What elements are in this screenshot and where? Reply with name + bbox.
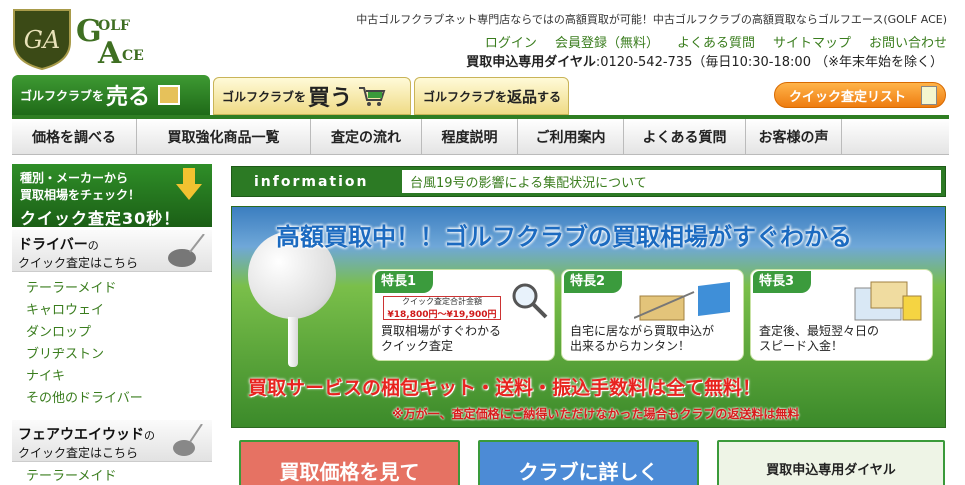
quick-list-button[interactable]: クイック査定リスト bbox=[774, 82, 946, 108]
driver-heading[interactable]: ドライバーの クイック査定はこちら bbox=[12, 230, 212, 272]
price-check-card[interactable]: 買取価格を見て bbox=[239, 440, 460, 485]
nav-reviews[interactable]: お客様の声 bbox=[746, 119, 842, 154]
driver-maker-taylormade[interactable]: テーラーメイド bbox=[12, 278, 212, 300]
feature-tag-2: 特長2 bbox=[564, 271, 622, 293]
feature-text-2: 自宅に居ながら買取申込が 出来るからカンタン！ bbox=[570, 324, 714, 354]
tab-sell-small: ゴルフクラブを bbox=[20, 88, 105, 103]
feature-card-1: 特長1 クイック査定合計金額 ¥18,800円〜¥19,900円 買取相場がすぐ… bbox=[372, 269, 555, 361]
feature-text-3: 査定後、最短翌々日の スピード入金！ bbox=[759, 324, 879, 354]
nav-faq[interactable]: よくある質問 bbox=[624, 119, 746, 154]
quick-list-label: クイック査定リスト bbox=[789, 89, 907, 105]
register-link[interactable]: 会員登録（無料） bbox=[555, 32, 659, 51]
logo-word-ce: CE bbox=[122, 48, 144, 64]
fairway-heading[interactable]: フェアウエイウッドの クイック査定はこちら bbox=[12, 420, 212, 462]
golf-tee-image bbox=[288, 317, 298, 367]
feature-card-3: 特長3 査定後、最短翌々日の スピード入金！ bbox=[750, 269, 933, 361]
dial-label: 買取申込専用ダイヤル bbox=[466, 55, 596, 70]
banner-line-3: クイック査定30秒！ bbox=[20, 209, 181, 228]
nav-condition[interactable]: 程度説明 bbox=[422, 119, 518, 154]
login-link[interactable]: ログイン bbox=[485, 32, 537, 51]
tab-sell[interactable]: ゴルフクラブを 売る bbox=[12, 75, 210, 115]
magnifier-icon bbox=[512, 283, 548, 319]
information-bar: information 台風19号の影響による集配状況について bbox=[231, 166, 946, 197]
fairway-club-icon bbox=[173, 424, 203, 456]
free-return-note: ※万が一、査定価格にご納得いただけなかった場合もクラブの返送料は無料 bbox=[392, 407, 800, 421]
fairway-title: フェアウエイウッド bbox=[18, 427, 144, 443]
box-icon bbox=[158, 85, 181, 105]
cart-icon bbox=[359, 87, 386, 106]
tab-buy[interactable]: ゴルフクラブを 買う bbox=[213, 77, 411, 115]
svg-text:GA: GA bbox=[24, 26, 61, 54]
site-tagline: 中古ゴルフクラブネット専門店ならではの高額買取が可能！中古ゴルフクラブの高額買取… bbox=[356, 13, 947, 26]
sitemap-link[interactable]: サイトマップ bbox=[773, 32, 851, 51]
fairway-maker-taylormade[interactable]: テーラーメイド bbox=[12, 466, 212, 485]
driver-maker-callaway[interactable]: キャロウェイ bbox=[12, 300, 212, 322]
tab-return-suffix: する bbox=[537, 89, 562, 104]
driver-club-icon bbox=[168, 234, 205, 267]
clipboard-icon bbox=[921, 86, 937, 105]
sidebar: 種別・メーカーから 買取相場をチェック！ クイック査定30秒！ ドライバーの ク… bbox=[12, 164, 212, 485]
driver-title: ドライバー bbox=[18, 237, 88, 253]
contact-link[interactable]: お問い合わせ bbox=[869, 32, 947, 51]
hero-banner[interactable]: 高額買取中！！ゴルフクラブの買取相場がすぐわかる 特長1 クイック査定合計金額 … bbox=[231, 206, 946, 428]
driver-suffix: の bbox=[87, 239, 99, 252]
nav-price-search[interactable]: 価格を調べる bbox=[12, 119, 137, 154]
header-links: ログイン 会員登録（無料） よくある質問 サイトマップ お問い合わせ bbox=[485, 32, 947, 51]
logo-letter-a: A bbox=[98, 36, 122, 71]
faq-link[interactable]: よくある質問 bbox=[677, 32, 755, 51]
price-check-card-title: 買取価格を見て bbox=[279, 460, 420, 484]
main-nav: 価格を調べる 買取強化商品一覧 査定の流れ 程度説明 ご利用案内 よくある質問 … bbox=[12, 119, 949, 155]
tab-buy-small: ゴルフクラブを bbox=[222, 89, 307, 104]
feature-tag-3: 特長3 bbox=[753, 271, 811, 293]
fairway-maker-list: テーラーメイド bbox=[12, 466, 212, 485]
tab-buy-big: 買う bbox=[308, 86, 353, 111]
fairway-suffix: の bbox=[144, 429, 155, 442]
phone-dial-card-title: 買取申込専用ダイヤル bbox=[766, 463, 896, 478]
feature-2-line-2: 出来るからカンタン！ bbox=[570, 339, 691, 353]
feature-2-line-1: 自宅に居ながら買取申込が bbox=[570, 324, 715, 338]
information-news-link[interactable]: 台風19号の影響による集配状況について bbox=[402, 170, 941, 193]
price-example-label: クイック査定合計金額 bbox=[402, 297, 482, 306]
logo-word-olf: OLF bbox=[98, 18, 130, 34]
main-tabs: ゴルフクラブを 売る ゴルフクラブを 買う ゴルフクラブを 返品 する bbox=[12, 75, 569, 115]
driver-maker-other[interactable]: その他のドライバー bbox=[12, 388, 212, 410]
phone-dial-card[interactable]: 買取申込専用ダイヤル bbox=[717, 440, 945, 485]
information-label: information bbox=[254, 173, 369, 190]
feature-3-line-1: 査定後、最短翌々日の bbox=[759, 324, 880, 338]
tab-return[interactable]: ゴルフクラブを 返品 する bbox=[414, 77, 569, 115]
hero-title: 高額買取中！！ゴルフクラブの買取相場がすぐわかる bbox=[276, 223, 852, 251]
quick-assess-banner[interactable]: 種別・メーカーから 買取相場をチェック！ クイック査定30秒！ bbox=[12, 164, 212, 228]
arrow-down-icon bbox=[176, 168, 202, 200]
feature-card-2: 特長2 自宅に居ながら買取申込が 出来るからカンタン！ bbox=[561, 269, 744, 361]
tab-return-small: ゴルフクラブを bbox=[423, 89, 508, 104]
delivery-box-icon bbox=[634, 282, 730, 321]
nav-assessment-flow[interactable]: 査定の流れ bbox=[311, 119, 422, 154]
tab-return-big: 返品 bbox=[507, 87, 538, 106]
site-logo[interactable]: GA G OLF A CE bbox=[12, 8, 172, 72]
feature-1-line-1: 買取相場がすぐわかる bbox=[381, 324, 502, 338]
driver-maker-list: テーラーメイド キャロウェイ ダンロップ ブリヂストン ナイキ その他のドライバ… bbox=[12, 278, 212, 410]
feature-tag-1: 特長1 bbox=[375, 271, 433, 293]
feature-3-line-2: スピード入金！ bbox=[759, 339, 844, 353]
driver-maker-bridgestone[interactable]: ブリヂストン bbox=[12, 344, 212, 366]
nav-featured-items[interactable]: 買取強化商品一覧 bbox=[137, 119, 311, 154]
tab-sell-big: 売る bbox=[106, 85, 151, 110]
price-example-value: ¥18,800円〜¥19,900円 bbox=[387, 310, 497, 320]
free-service-headline: 買取サービスの梱包キット・送料・振込手数料は全て無料！ bbox=[248, 377, 762, 399]
feature-1-line-2: クイック査定 bbox=[381, 339, 454, 353]
driver-maker-nike[interactable]: ナイキ bbox=[12, 366, 212, 388]
money-bankbook-icon bbox=[854, 281, 922, 321]
driver-maker-dunlop[interactable]: ダンロップ bbox=[12, 322, 212, 344]
club-detail-card[interactable]: クラブに詳しく bbox=[478, 440, 699, 485]
dial-number: :0120-542-735（毎日10:30-18:00 （※年末年始を除く） bbox=[595, 55, 943, 70]
price-example-box: クイック査定合計金額 ¥18,800円〜¥19,900円 bbox=[383, 296, 501, 320]
page: GA G OLF A CE 中古ゴルフクラブネット専門店ならではの高額買取が可能… bbox=[0, 0, 965, 485]
nav-guide[interactable]: ご利用案内 bbox=[518, 119, 624, 154]
club-detail-card-title: クラブに詳しく bbox=[518, 460, 659, 484]
feature-text-1: 買取相場がすぐわかる クイック査定 bbox=[381, 324, 501, 354]
logo-shield-icon: GA bbox=[13, 9, 71, 70]
phone-dial: 買取申込専用ダイヤル:0120-542-735（毎日10:30-18:00 （※… bbox=[466, 51, 943, 70]
